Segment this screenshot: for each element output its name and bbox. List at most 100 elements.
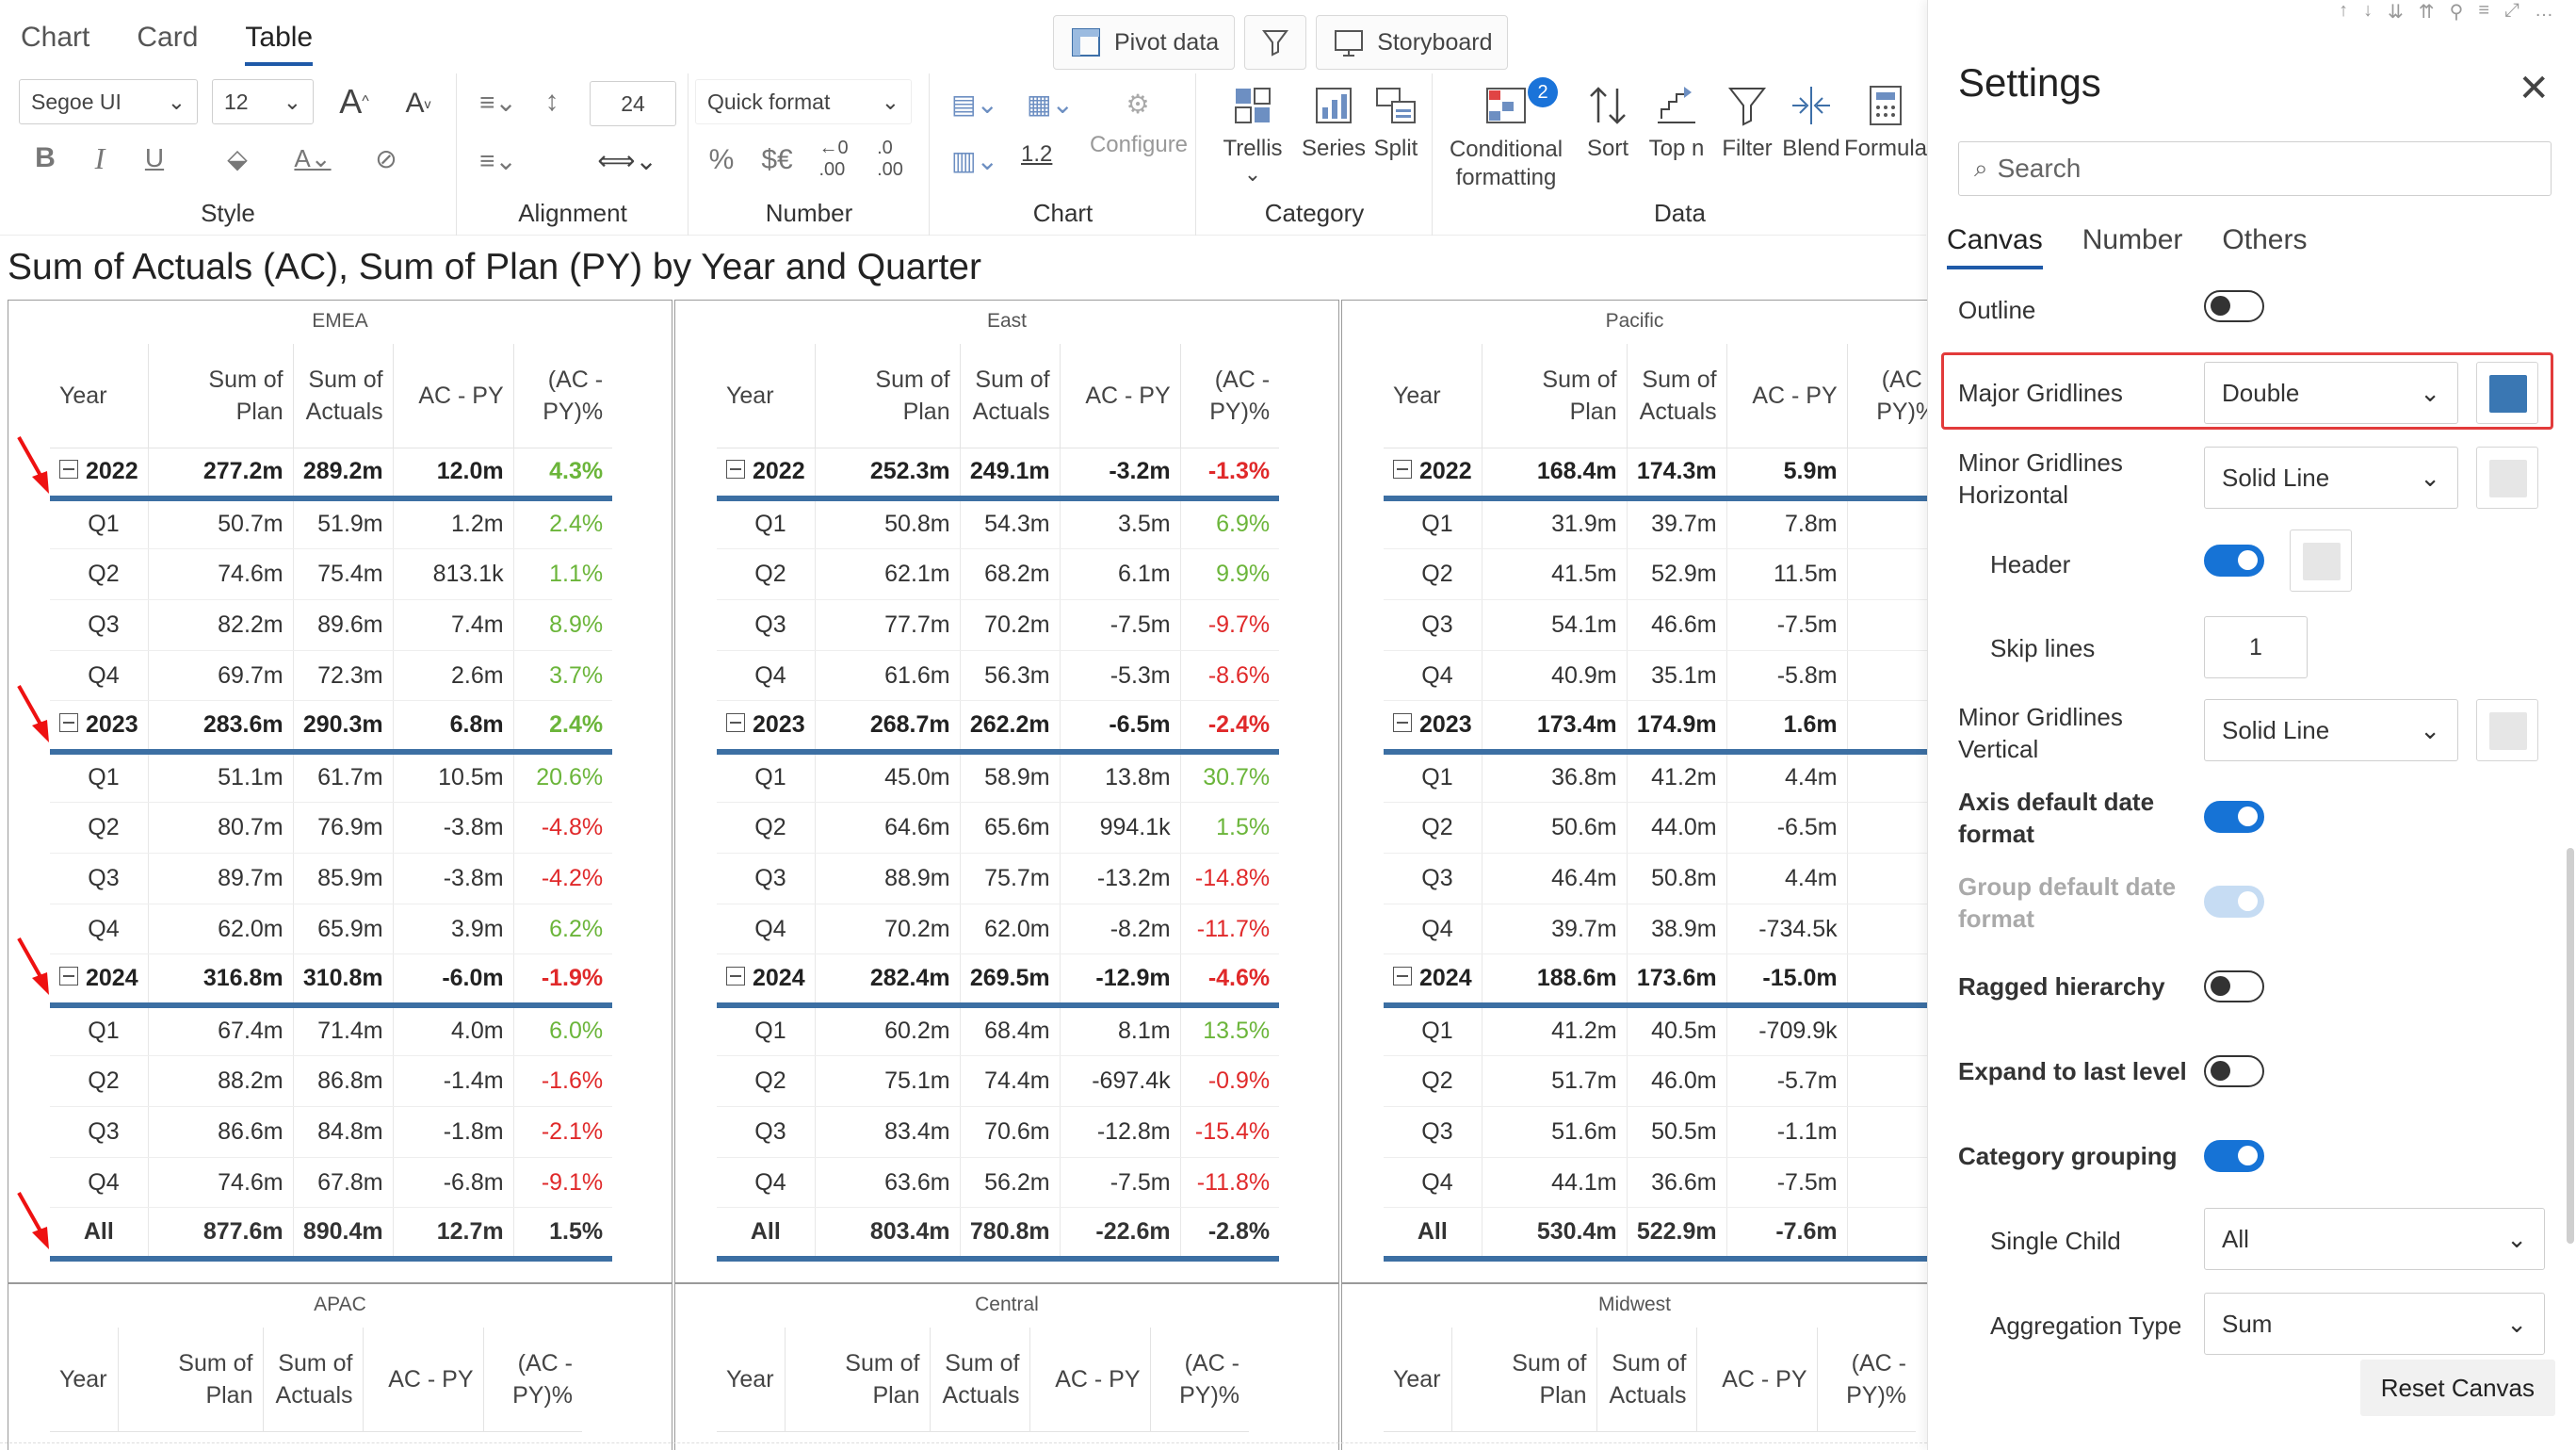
- bar-layout-icon[interactable]: ▤⌄: [944, 83, 1006, 124]
- year-row[interactable]: 2023 268.7m 262.2m -6.5m -2.4%: [717, 700, 1280, 755]
- width-icon[interactable]: ⟺⌄: [590, 139, 665, 181]
- filter-button[interactable]: Filter: [1714, 81, 1780, 162]
- font-size-select[interactable]: 12 ⌄: [212, 79, 314, 124]
- column-header[interactable]: Year: [717, 1328, 786, 1432]
- font-family-select[interactable]: Segoe UI ⌄: [19, 79, 198, 124]
- year-row[interactable]: 2022 168.4m 174.3m 5.9m: [1384, 448, 1927, 501]
- fill-color-icon[interactable]: ⬙: [217, 136, 258, 181]
- settings-scrollbar[interactable]: [2567, 848, 2574, 1244]
- major-gridlines-color-swatch[interactable]: [2476, 362, 2538, 424]
- collapse-icon[interactable]: [59, 712, 78, 732]
- column-header[interactable]: Year: [50, 1328, 119, 1432]
- column-header[interactable]: (AC - PY)%: [1817, 1328, 1916, 1432]
- blend-button[interactable]: Blend: [1778, 81, 1844, 162]
- font-grow-icon[interactable]: A ^: [332, 79, 377, 124]
- column-header[interactable]: Sum of Plan: [1451, 1328, 1597, 1432]
- column-header[interactable]: (AC - PY)%: [1150, 1328, 1249, 1432]
- collapse-icon[interactable]: [59, 966, 78, 986]
- collapse-icon[interactable]: [1393, 966, 1412, 986]
- collapse-icon[interactable]: [1393, 712, 1412, 732]
- minor-h-color-swatch[interactable]: [2476, 447, 2538, 509]
- column-header[interactable]: Sum of Plan: [118, 1328, 264, 1432]
- column-header[interactable]: Sum of Plan: [785, 1328, 931, 1432]
- header-color-swatch[interactable]: [2290, 529, 2352, 592]
- pin-icon[interactable]: ⚲: [2450, 0, 2464, 24]
- aggregation-type-select[interactable]: Sum ⌄: [2204, 1293, 2545, 1355]
- column-header[interactable]: (AC - PY)%: [1180, 344, 1280, 448]
- column-header[interactable]: Year: [50, 344, 149, 448]
- column-header[interactable]: AC - PY: [1060, 344, 1181, 448]
- year-row[interactable]: 2022 277.2m 289.2m 12.0m 4.3%: [50, 448, 613, 501]
- year-row[interactable]: 2024 316.8m 310.8m -6.0m -1.9%: [50, 953, 613, 1008]
- column-header[interactable]: Sum of Plan: [815, 344, 961, 448]
- tab-others[interactable]: Others: [2222, 224, 2307, 269]
- category-grouping-toggle[interactable]: [2204, 1140, 2264, 1172]
- major-gridlines-select[interactable]: Double ⌄: [2204, 362, 2458, 424]
- collapse-icon[interactable]: [59, 459, 78, 479]
- tab-canvas[interactable]: Canvas: [1947, 224, 2043, 269]
- arrow-up-icon[interactable]: ↑: [2339, 0, 2348, 24]
- column-header[interactable]: Sum of Actuals: [263, 1328, 364, 1432]
- column-header[interactable]: AC - PY: [1726, 344, 1848, 448]
- year-row[interactable]: 2024 188.6m 173.6m -15.0m: [1384, 953, 1927, 1008]
- align-left-icon[interactable]: ≡⌄: [467, 79, 529, 124]
- column-header[interactable]: (AC - PY)%: [483, 1328, 582, 1432]
- collapse-icon[interactable]: [726, 459, 745, 479]
- trellis-button[interactable]: Trellis ⌄: [1210, 81, 1295, 187]
- column-header[interactable]: Sum of Actuals: [293, 344, 394, 448]
- align-vertical-icon[interactable]: ≡⌄: [467, 139, 529, 181]
- column-header[interactable]: AC - PY: [1029, 1328, 1151, 1432]
- series-button[interactable]: Series: [1301, 81, 1367, 162]
- expand-icon[interactable]: ⤢: [2504, 0, 2519, 24]
- font-color-icon[interactable]: A⌄: [284, 136, 341, 181]
- line-height-input[interactable]: 24: [590, 81, 676, 126]
- double-arrow-down-icon[interactable]: ⇊: [2388, 0, 2404, 24]
- minor-v-color-swatch[interactable]: [2476, 699, 2538, 761]
- column-header[interactable]: Sum of Plan: [148, 344, 294, 448]
- menu-icon[interactable]: ≡: [2478, 0, 2489, 24]
- column-header[interactable]: (AC - PY)%: [513, 344, 613, 448]
- table-layout-icon[interactable]: ▥⌄: [944, 139, 1006, 181]
- pivot-data-button[interactable]: Pivot data: [1053, 15, 1236, 70]
- minor-gridlines-horizontal-select[interactable]: Solid Line ⌄: [2204, 447, 2458, 509]
- reset-canvas-button[interactable]: Reset Canvas: [2359, 1360, 2555, 1416]
- collapse-icon[interactable]: [726, 966, 745, 986]
- minor-gridlines-vertical-select[interactable]: Solid Line ⌄: [2204, 699, 2458, 761]
- currency-icon[interactable]: $€: [752, 139, 802, 181]
- year-row[interactable]: 2023 173.4m 174.9m 1.6m: [1384, 700, 1927, 755]
- tab-table[interactable]: Table: [245, 13, 314, 66]
- header-toggle[interactable]: [2204, 545, 2264, 577]
- more-icon[interactable]: …: [2535, 0, 2553, 24]
- column-header[interactable]: Sum of Plan: [1482, 344, 1628, 448]
- italic-icon[interactable]: I: [81, 136, 119, 181]
- column-header[interactable]: Sum of Actuals: [960, 344, 1061, 448]
- split-button[interactable]: Split: [1363, 81, 1429, 162]
- sort-button[interactable]: Sort: [1575, 81, 1641, 162]
- outline-toggle[interactable]: [2204, 290, 2264, 322]
- column-header[interactable]: Year: [1384, 344, 1482, 448]
- quick-format-select[interactable]: Quick format ⌄: [695, 79, 912, 124]
- increase-decimal-icon[interactable]: .0.00: [867, 136, 914, 183]
- collapse-icon[interactable]: [726, 712, 745, 732]
- expand-last-level-toggle[interactable]: [2204, 1055, 2264, 1087]
- tab-card[interactable]: Card: [137, 13, 198, 66]
- chart-layout-icon[interactable]: ▦⌄: [1019, 83, 1081, 124]
- underline-icon[interactable]: U: [136, 136, 173, 181]
- tab-number[interactable]: Number: [2082, 224, 2183, 269]
- close-icon[interactable]: ✕: [2518, 70, 2550, 107]
- column-header[interactable]: Sum of Actuals: [1627, 344, 1727, 448]
- hide-icon[interactable]: ⊘: [364, 136, 409, 181]
- percent-icon[interactable]: %: [703, 139, 740, 181]
- ragged-hierarchy-toggle[interactable]: [2204, 970, 2264, 1002]
- axis-date-format-toggle[interactable]: [2204, 801, 2264, 833]
- column-header[interactable]: AC - PY: [363, 1328, 484, 1432]
- column-header[interactable]: Year: [717, 344, 816, 448]
- year-row[interactable]: 2023 283.6m 290.3m 6.8m 2.4%: [50, 700, 613, 755]
- column-header[interactable]: Year: [1384, 1328, 1452, 1432]
- tab-chart[interactable]: Chart: [21, 13, 89, 66]
- settings-search-input[interactable]: ⌕ Search: [1958, 141, 2552, 196]
- top-n-button[interactable]: Top n: [1639, 81, 1714, 162]
- bold-icon[interactable]: B: [26, 136, 64, 181]
- column-header[interactable]: Sum of Actuals: [930, 1328, 1030, 1432]
- year-row[interactable]: 2024 282.4m 269.5m -12.9m -4.6%: [717, 953, 1280, 1008]
